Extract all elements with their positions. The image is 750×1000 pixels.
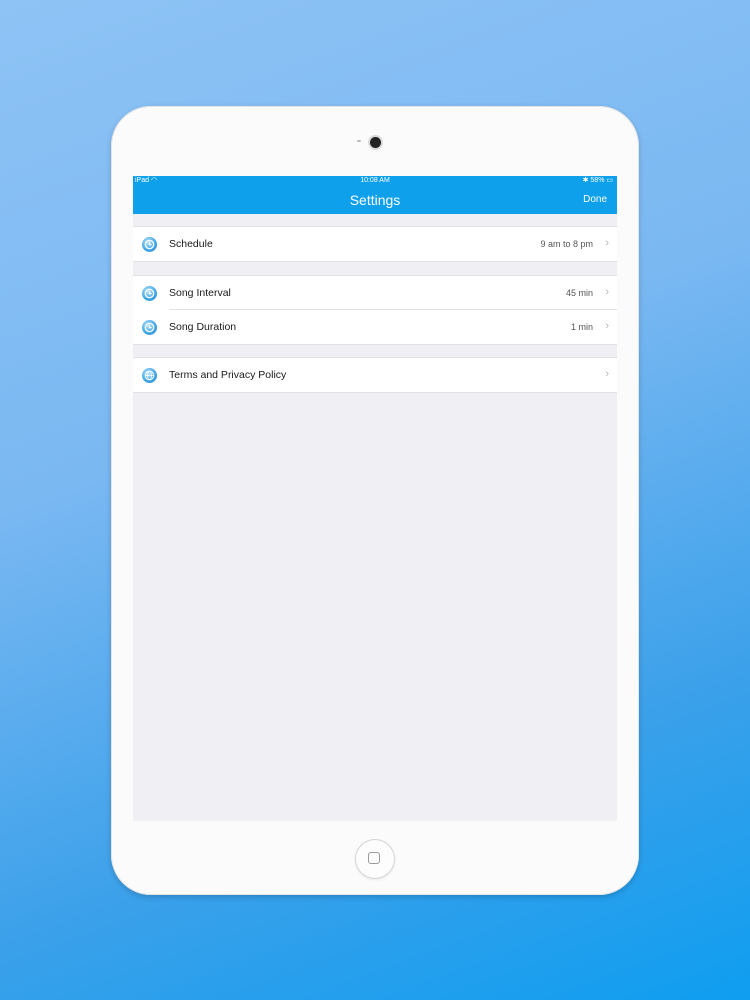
ambient-sensor	[357, 140, 361, 142]
chevron-right-icon: ›	[605, 237, 609, 249]
clock-icon	[142, 237, 157, 252]
song-interval-label: Song Interval	[169, 287, 231, 299]
battery-status: ✱ 58% ▭	[582, 177, 613, 184]
chevron-right-icon: ›	[605, 368, 609, 380]
song-duration-row[interactable]: Song Duration 1 min ›	[133, 310, 617, 344]
page-title: Settings	[349, 192, 401, 208]
song-interval-value: 45 min	[565, 288, 593, 298]
terms-privacy-row[interactable]: Terms and Privacy Policy ›	[133, 358, 617, 392]
divider	[133, 344, 617, 345]
schedule-value: 9 am to 8 pm	[540, 239, 593, 249]
schedule-row[interactable]: Schedule 9 am to 8 pm ›	[133, 227, 617, 261]
terms-privacy-label: Terms and Privacy Policy	[169, 369, 287, 381]
song-interval-row[interactable]: Song Interval 45 min ›	[133, 276, 617, 310]
home-button[interactable]	[355, 839, 395, 879]
front-camera	[370, 137, 381, 148]
schedule-label: Schedule	[169, 238, 213, 250]
divider	[133, 261, 617, 262]
settings-screen: iPad ◠ 10:08 AM ✱ 58% ▭ Settings Done Sc…	[133, 176, 617, 821]
chevron-right-icon: ›	[605, 286, 609, 298]
globe-icon	[142, 368, 157, 383]
chevron-right-icon: ›	[605, 320, 609, 332]
song-duration-label: Song Duration	[169, 321, 237, 333]
song-duration-value: 1 min	[570, 322, 593, 332]
status-bar: iPad ◠ 10:08 AM ✱ 58% ▭	[133, 176, 617, 185]
done-button[interactable]: Done	[583, 194, 607, 205]
navigation-bar: Settings Done	[133, 185, 617, 214]
clock-icon	[142, 286, 157, 301]
home-square-icon	[368, 852, 380, 864]
divider	[133, 392, 617, 393]
clock-icon	[142, 320, 157, 335]
bluetooth-icon: ✱	[582, 177, 589, 184]
status-time: 10:08 AM	[360, 177, 390, 184]
battery-icon: ▭	[606, 177, 613, 184]
